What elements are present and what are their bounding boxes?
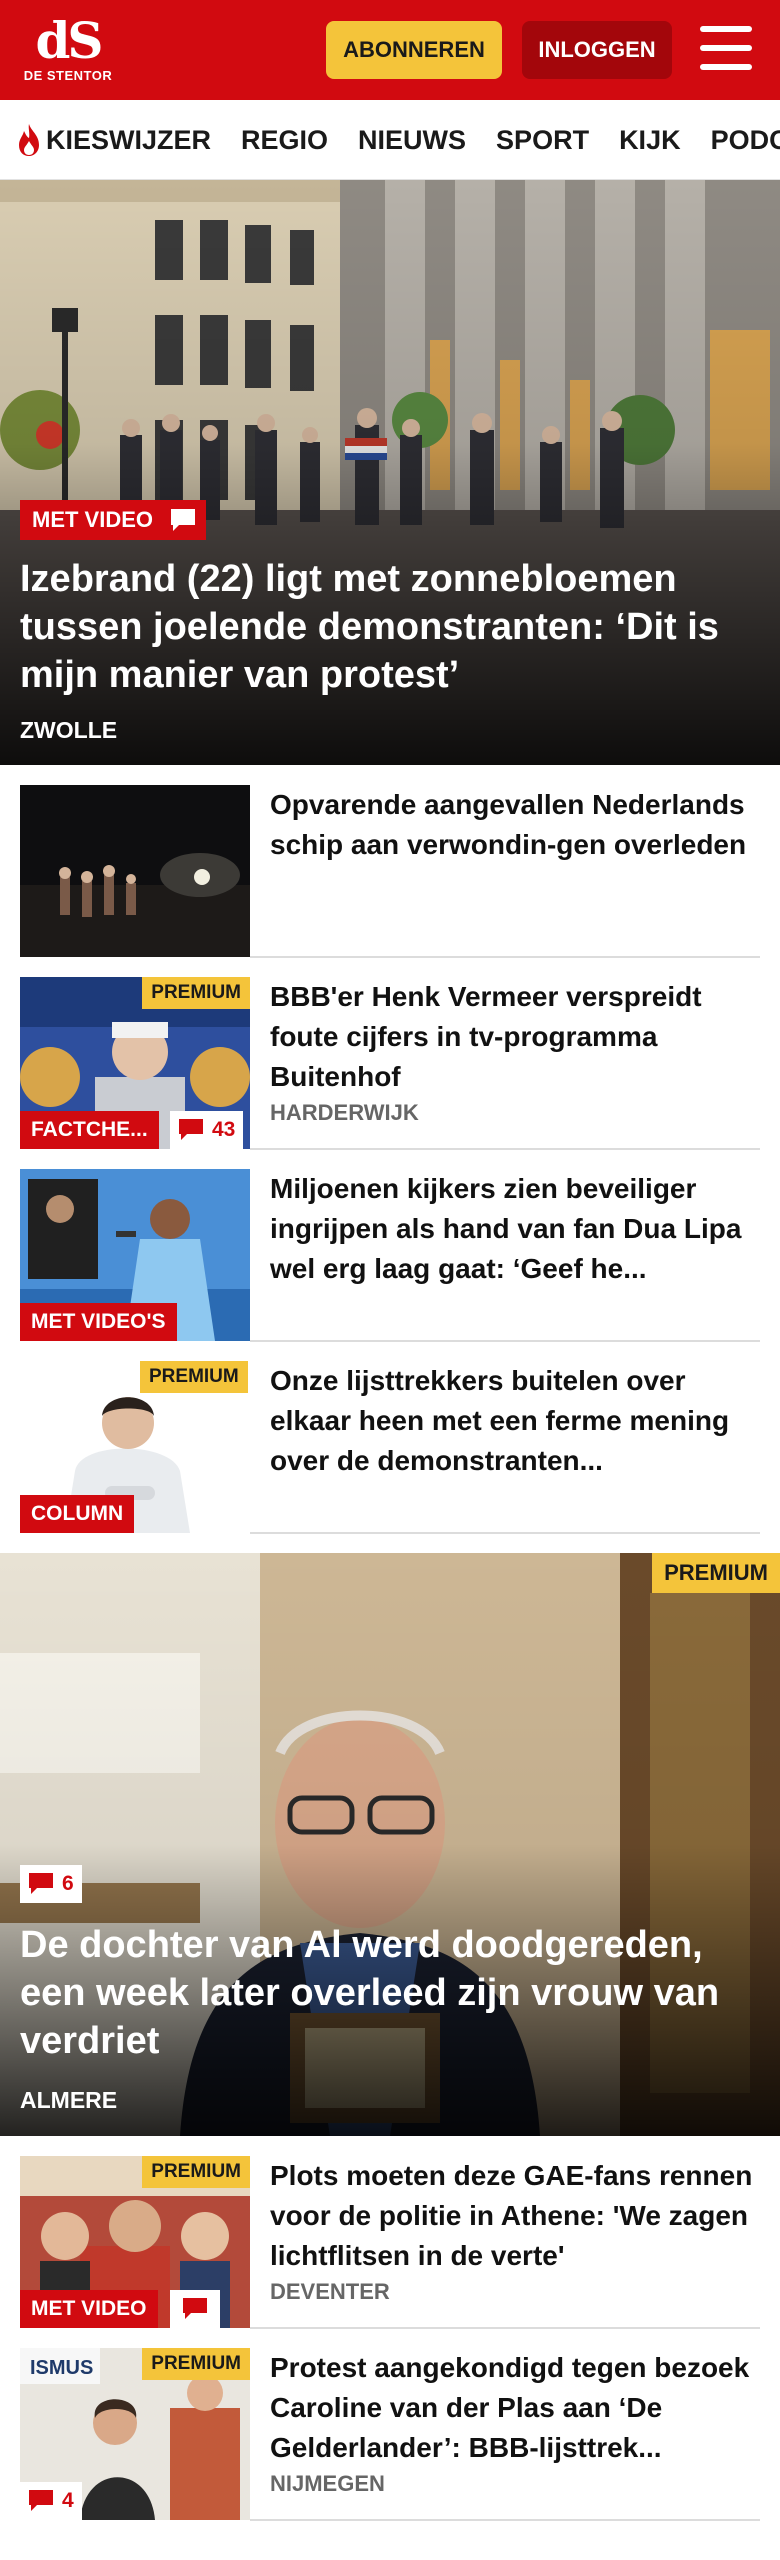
featured-article[interactable]: PREMIUM 6 De dochter van Al werd doodger… — [0, 1553, 780, 2136]
article-location: NIJMEGEN — [270, 2471, 385, 2496]
article-title[interactable]: Opvarende aangevallen Nederlands schip a… — [270, 785, 760, 865]
comment-icon — [183, 2298, 207, 2319]
comment-count-value: 4 — [62, 2489, 74, 2512]
premium-badge: PREMIUM — [142, 2348, 250, 2380]
premium-badge: PREMIUM — [142, 2156, 250, 2188]
hero-title[interactable]: Izebrand (22) ligt met zonnebloemen tuss… — [20, 555, 760, 699]
factcheck-tag: FACTCHE... — [20, 1111, 159, 1149]
nav-item-nieuws[interactable]: NIEUWS — [358, 125, 466, 156]
comment-icon — [29, 2490, 53, 2511]
featured-location: ALMERE — [20, 2087, 118, 2113]
hamburger-menu-icon[interactable] — [700, 24, 752, 74]
article-title[interactable]: Protest aangekondigd tegen bezoek Caroli… — [270, 2348, 760, 2468]
list-item[interactable]: PREMIUM FACTCHE... 43 BBB'er Henk Vermee… — [0, 957, 780, 1149]
article-title[interactable]: Miljoenen kijkers zien beveiliger ingrij… — [270, 1169, 760, 1289]
top-header: dS DE STENTOR ABONNEREN INLOGGEN — [0, 0, 780, 100]
premium-badge: PREMIUM — [140, 1361, 248, 1393]
article-thumbnail: PREMIUM FACTCHE... 43 — [20, 977, 250, 1149]
comment-count-value: 43 — [212, 1118, 236, 1141]
list-item[interactable]: Opvarende aangevallen Nederlands schip a… — [0, 765, 780, 957]
article-title[interactable]: Onze lijsttrekkers buitelen over elkaar … — [270, 1361, 760, 1481]
list-item[interactable]: ISMUS PREMIUM 4 Protest aangekondigd teg… — [0, 2328, 780, 2520]
site-logo[interactable]: dS DE STENTOR — [20, 14, 116, 90]
comment-icon — [29, 1873, 53, 1894]
comment-count-value: 6 — [62, 1872, 74, 1895]
nav-item-kijk[interactable]: KIJK — [619, 125, 681, 156]
column-tag: COLUMN — [20, 1495, 135, 1533]
hero-article[interactable]: MET VIDEO Izebrand (22) ligt met zonnebl… — [0, 180, 780, 765]
videos-tag: MET VIDEO'S — [20, 1303, 177, 1341]
svg-text:ISMUS: ISMUS — [30, 2357, 93, 2379]
article-thumbnail: ISMUS PREMIUM 4 — [20, 2348, 250, 2520]
list-item[interactable]: PREMIUM MET VIDEO Plots moeten deze GAE-… — [0, 2136, 780, 2328]
list-item[interactable]: MET VIDEO'S Miljoenen kijkers zien bevei… — [0, 1149, 780, 1341]
comment-count[interactable]: 43 — [170, 1111, 244, 1149]
premium-badge: PREMIUM — [142, 977, 250, 1009]
list-item[interactable]: PREMIUM COLUMN Onze lijsttrekkers buitel… — [0, 1341, 780, 1533]
article-location: HARDERWIJK — [270, 1100, 419, 1125]
nav-item-sport[interactable]: SPORT — [496, 125, 589, 156]
login-button[interactable]: INLOGGEN — [522, 21, 672, 79]
article-thumbnail — [20, 785, 250, 957]
comment-icon — [171, 509, 195, 531]
divider — [250, 1532, 760, 1534]
article-title[interactable]: BBB'er Henk Vermeer verspreidt foute cij… — [270, 977, 760, 1097]
comment-count[interactable]: 4 — [20, 2482, 82, 2520]
divider — [250, 2519, 760, 2521]
nav-item-label: KIESWIJZER — [46, 124, 212, 155]
logo-subtitle: DE STENTOR — [23, 68, 113, 83]
comment-icon-box[interactable] — [170, 2290, 220, 2328]
comment-count[interactable]: 6 — [20, 1865, 82, 1903]
nav-item-kieswijzer[interactable]: KIESWIJZER — [16, 123, 211, 157]
premium-badge: PREMIUM — [652, 1553, 780, 1593]
nav-item-podcast[interactable]: PODCAS — [711, 125, 780, 156]
video-tag: MET VIDEO — [20, 2290, 158, 2328]
article-thumbnail: PREMIUM MET VIDEO — [20, 2156, 250, 2328]
article-title[interactable]: Plots moeten deze GAE-fans rennen voor d… — [270, 2156, 760, 2276]
article-location: DEVENTER — [270, 2279, 390, 2304]
nav-item-regio[interactable]: REGIO — [241, 125, 328, 156]
flame-icon — [19, 124, 39, 156]
featured-title[interactable]: De dochter van Al werd doodgereden, een … — [20, 1921, 765, 2065]
logo-mark: dS — [35, 11, 103, 70]
section-nav: KIESWIJZER REGIO NIEUWS SPORT KIJK PODCA… — [0, 100, 780, 180]
article-thumbnail: MET VIDEO'S — [20, 1169, 250, 1341]
comment-icon — [179, 1119, 203, 1140]
article-thumbnail: PREMIUM COLUMN — [20, 1361, 250, 1533]
video-tag: MET VIDEO — [20, 500, 166, 540]
subscribe-button[interactable]: ABONNEREN — [326, 21, 502, 79]
hero-location: ZWOLLE — [20, 717, 118, 743]
app-root: dS DE STENTOR ABONNEREN INLOGGEN KIESWIJ… — [0, 0, 780, 2560]
comment-icon-box — [160, 500, 206, 540]
